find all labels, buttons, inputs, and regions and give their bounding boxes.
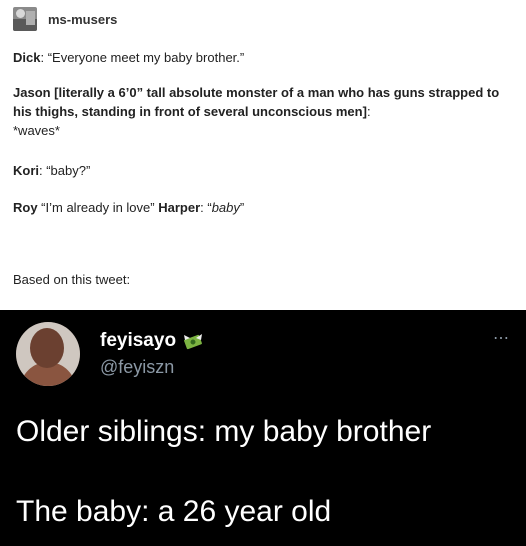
money-with-wings-icon xyxy=(182,331,204,351)
tumblr-post: ms-musers Dick: “Everyone meet my baby b… xyxy=(0,0,526,310)
tweet-display-name-row: feyisayo xyxy=(100,330,204,352)
jason-colon: : xyxy=(366,104,371,119)
dialogue-roy-harper: Roy “I’m already in love” Harper: “baby” xyxy=(13,198,513,217)
embedded-tweet: feyisayo @feyiszn ⋯ Older siblings: my b… xyxy=(0,310,526,546)
harper-quote-open: : “ xyxy=(200,200,212,215)
dialogue-dick: Dick: “Everyone meet my baby brother.” xyxy=(13,48,513,67)
dick-quote: : “Everyone meet my baby brother.” xyxy=(40,50,245,65)
speaker-jason: Jason [literally a 6’0” tall absolute mo… xyxy=(13,85,500,119)
speaker-dick: Dick xyxy=(13,50,41,65)
roy-quote: “I’m already in love” xyxy=(37,200,159,215)
speaker-roy: Roy xyxy=(13,200,38,215)
post-username[interactable]: ms-musers xyxy=(48,12,117,27)
more-options-icon[interactable]: ⋯ xyxy=(493,328,510,348)
user-avatar[interactable] xyxy=(13,7,37,31)
speaker-harper: Harper xyxy=(158,200,201,215)
based-on-text: Based on this tweet: xyxy=(13,272,131,287)
tweet-text-line-1: Older siblings: my baby brother xyxy=(16,415,432,448)
jason-quote: *waves* xyxy=(13,123,60,138)
tweet-avatar[interactable] xyxy=(16,322,80,386)
kori-quote: : “baby?” xyxy=(39,163,91,178)
harper-quote-close: ” xyxy=(239,200,245,215)
dialogue-kori: Kori: “baby?” xyxy=(13,161,513,180)
tweet-display-name[interactable]: feyisayo xyxy=(100,330,176,352)
dialogue-jason: Jason [literally a 6’0” tall absolute mo… xyxy=(13,83,513,140)
post-header: ms-musers xyxy=(13,7,117,31)
tweet-text-line-2: The baby: a 26 year old xyxy=(16,495,332,528)
harper-quote-italic: baby xyxy=(211,200,240,215)
speaker-kori: Kori xyxy=(13,163,39,178)
tweet-handle[interactable]: @feyiszn xyxy=(100,357,174,378)
